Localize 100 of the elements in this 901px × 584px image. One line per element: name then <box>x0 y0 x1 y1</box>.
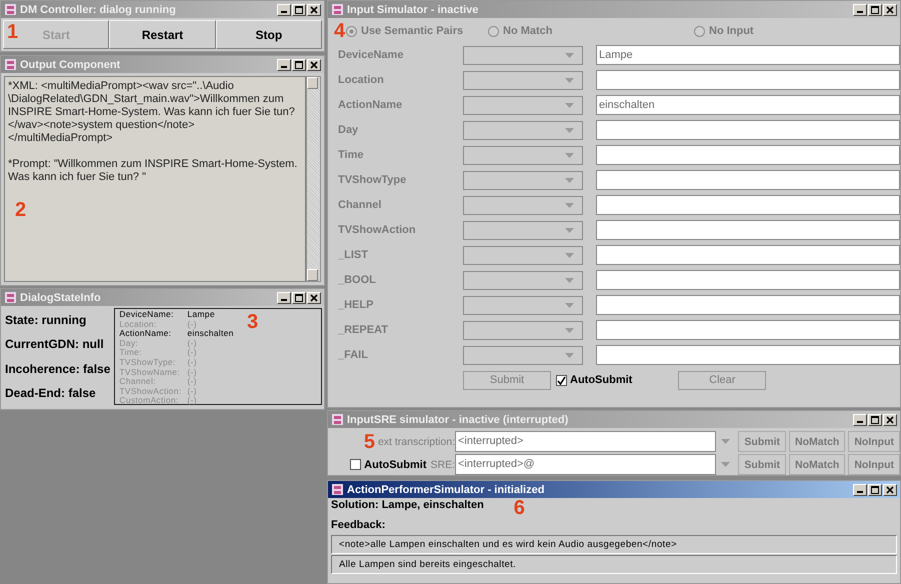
minimize-button[interactable] <box>277 4 291 16</box>
status-label: Dead-End: false <box>5 386 97 400</box>
radio-option[interactable]: No Input <box>694 25 754 37</box>
title-bar[interactable]: ActionPerformerSimulator - initialized <box>328 481 900 498</box>
slot-dropdown[interactable] <box>463 270 583 290</box>
slot-value-field[interactable]: einschalten <box>596 95 900 115</box>
transcription-field[interactable]: <interrupted> <box>455 431 716 452</box>
auto-submit-checkbox[interactable]: AutoSubmit <box>556 374 632 386</box>
submit-button[interactable]: Submit <box>463 370 551 390</box>
slot-dropdown[interactable] <box>463 46 583 64</box>
slot-dropdown[interactable] <box>463 70 583 90</box>
minimize-button[interactable] <box>853 4 867 16</box>
dropdown-arrow-icon <box>565 178 574 182</box>
maximize-button[interactable] <box>868 4 882 16</box>
title-bar[interactable]: DM Controller: dialog running <box>1 1 324 18</box>
app-icon <box>331 413 344 426</box>
close-icon <box>310 294 318 302</box>
close-button[interactable] <box>307 292 321 304</box>
slot-value: (-) <box>187 338 197 348</box>
maximize-icon <box>871 6 879 14</box>
field-label: SRE: <box>430 458 455 470</box>
slot-value: (-) <box>187 320 197 329</box>
title-bar[interactable]: DialogStateInfo <box>1 289 324 306</box>
maximize-button[interactable] <box>292 4 306 16</box>
slot-name: Time: <box>119 348 142 358</box>
slot-value-field[interactable]: Lampe <box>596 45 900 65</box>
slot-dropdown[interactable] <box>463 220 583 240</box>
slot-dropdown[interactable] <box>463 96 583 114</box>
close-icon <box>886 6 894 14</box>
slot-dropdown[interactable] <box>463 296 583 314</box>
auto-submit-checkbox[interactable]: AutoSubmit <box>350 458 426 470</box>
title-bar[interactable]: Input Simulator - inactive <box>328 1 900 18</box>
close-button[interactable] <box>883 414 897 426</box>
slot-dropdown[interactable] <box>463 246 583 264</box>
window-title: DialogStateInfo <box>20 292 102 304</box>
slot-value-field[interactable] <box>596 195 900 215</box>
scrollbar[interactable] <box>306 76 321 282</box>
sre-button[interactable]: NoMatch <box>789 431 846 452</box>
control-button[interactable]: Restart <box>109 20 216 49</box>
slot-dropdown[interactable] <box>463 170 583 190</box>
annotation-number: 5 <box>364 432 375 452</box>
sre-button[interactable]: Submit <box>738 431 786 452</box>
close-button[interactable] <box>307 58 321 70</box>
title-bar[interactable]: InputSRE simulator - inactive (interrupted) <box>328 411 900 428</box>
slot-value-field[interactable] <box>596 70 900 90</box>
window-title: InputSRE simulator - inactive (interrupted) <box>347 414 570 426</box>
app-icon <box>4 291 17 304</box>
sre-button[interactable]: NoInput <box>848 454 900 475</box>
slot-dropdown[interactable] <box>463 146 583 164</box>
slot-value-field[interactable] <box>596 320 900 340</box>
close-icon <box>310 6 318 14</box>
sre-button[interactable]: NoMatch <box>789 454 846 475</box>
sre-button[interactable]: NoInput <box>848 431 900 452</box>
slot-value-field[interactable] <box>596 220 900 240</box>
slot-value-field[interactable] <box>596 345 900 365</box>
slot-dropdown[interactable] <box>463 120 583 140</box>
maximize-button[interactable] <box>292 292 306 304</box>
dropdown-arrow-icon <box>565 202 574 208</box>
slot-dropdown[interactable] <box>463 196 583 214</box>
slot-value-field[interactable] <box>596 120 900 140</box>
slot-value-field[interactable] <box>596 170 900 190</box>
slot-value-field[interactable] <box>596 245 900 265</box>
minimize-button[interactable] <box>277 58 291 70</box>
slot-name: DeviceName: <box>119 310 174 320</box>
slot-label: ActionName <box>338 99 404 111</box>
slot-value: (-) <box>187 368 197 377</box>
slot-label: Location <box>338 74 385 86</box>
clear-button[interactable]: Clear <box>678 370 766 390</box>
radio-option[interactable]: No Match <box>488 25 694 37</box>
slot-value-field[interactable] <box>596 270 900 290</box>
app-icon <box>331 3 344 16</box>
slot-dropdown[interactable] <box>463 346 583 364</box>
maximize-button[interactable] <box>868 414 882 426</box>
window-title: Output Component <box>20 58 122 70</box>
close-button[interactable] <box>307 4 321 16</box>
annotation-number: 1 <box>7 22 18 42</box>
transcription-field[interactable]: <interrupted>@ <box>455 454 716 475</box>
slot-dropdown[interactable] <box>463 320 583 340</box>
slot-value-field[interactable] <box>596 295 900 315</box>
minimize-button[interactable] <box>853 414 867 426</box>
slot-value-field[interactable] <box>596 145 900 165</box>
minimize-button[interactable] <box>853 484 867 496</box>
minimize-button[interactable] <box>277 292 291 304</box>
slot-value: Lampe <box>187 310 215 320</box>
sre-button[interactable]: Submit <box>738 454 786 475</box>
maximize-button[interactable] <box>868 484 882 496</box>
maximize-button[interactable] <box>292 58 306 70</box>
slot-value: (-) <box>187 348 197 358</box>
close-button[interactable] <box>883 484 897 496</box>
slot-label: Time <box>338 149 364 161</box>
slot-name: CustomAction: <box>119 396 179 406</box>
slot-value: einschalten <box>187 329 234 339</box>
maximize-icon <box>871 486 879 494</box>
feedback-item: Alle Lampen sind bereits eingeschaltet. <box>331 555 897 574</box>
close-button[interactable] <box>883 4 897 16</box>
status-label: State: running <box>5 313 88 328</box>
control-button[interactable]: Stop <box>216 20 322 49</box>
feedback-item: <note>alle Lampen einschalten und es wird kein Audio ausgegeben</note> <box>331 535 897 554</box>
maximize-icon <box>295 6 303 14</box>
title-bar[interactable]: Output Component <box>1 56 324 73</box>
